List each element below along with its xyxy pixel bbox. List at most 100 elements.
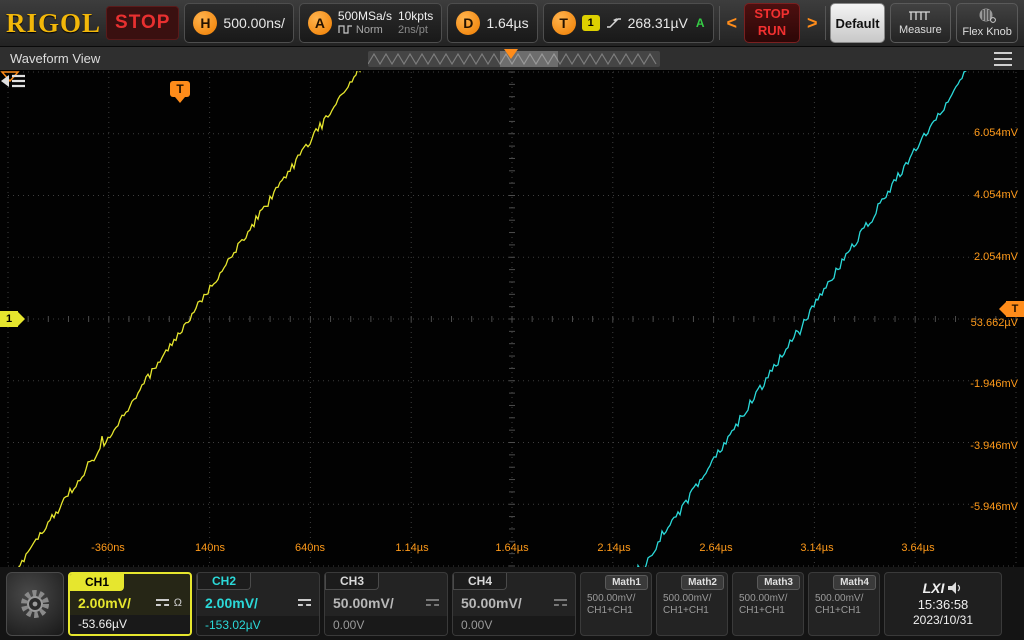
scale-label: -1.946mV xyxy=(970,378,1018,392)
math4-tab[interactable]: Math4 xyxy=(833,575,876,590)
default-button[interactable]: Default xyxy=(830,3,884,43)
trigger-level-value: 268.31µV xyxy=(628,15,688,31)
rising-edge-icon xyxy=(606,16,622,30)
memory-depth: 10kpts xyxy=(398,10,433,24)
gear-icon xyxy=(18,587,52,621)
math3-tab[interactable]: Math3 xyxy=(757,575,800,590)
time-label: 3.14µs xyxy=(777,542,857,554)
hamburger-menu-icon[interactable] xyxy=(994,52,1012,66)
delay-value: 1.64µs xyxy=(486,15,528,31)
ch2-scale: 2.00mV/ xyxy=(205,595,258,611)
ch3-offset: 0.00V xyxy=(325,616,447,635)
prev-page-button[interactable]: < xyxy=(725,14,740,32)
flex-knob-button[interactable]: Flex Knob xyxy=(956,3,1018,43)
math4-expression: CH1+CH1 xyxy=(809,604,879,617)
h-badge-icon: H xyxy=(193,11,217,35)
lxi-label: LXI xyxy=(923,580,945,596)
trigger-time-flag[interactable]: T xyxy=(170,81,190,97)
acquisition-button[interactable]: A 500MSa/s Norm 10kpts 2ns/pt xyxy=(299,3,442,43)
dc-coupling-icon xyxy=(554,599,567,606)
trigger-position-marker-icon[interactable] xyxy=(504,49,518,59)
ch1-offset: -53.66µV xyxy=(70,615,190,634)
waveform-view-bar: Waveform View xyxy=(0,47,1024,71)
ch4-offset: 0.00V xyxy=(453,616,575,635)
ch1-tab[interactable]: CH1 xyxy=(70,574,124,591)
square-wave-icon xyxy=(338,25,353,34)
timebase-value: 500.00ns/ xyxy=(223,15,285,31)
view-title: Waveform View xyxy=(10,51,100,66)
math4-scale: 500.00mV/ xyxy=(809,591,879,604)
measure-comb-icon xyxy=(908,11,932,21)
channel-status-bar: CH1 2.00mV/ Ω -53.66µV CH2 2.00mV/ -153.… xyxy=(0,567,1024,640)
math2-panel[interactable]: Math2 500.00mV/ CH1+CH1 xyxy=(656,572,728,636)
ch1-panel[interactable]: CH1 2.00mV/ Ω -53.66µV xyxy=(68,572,192,636)
math3-expression: CH1+CH1 xyxy=(733,604,803,617)
header-divider xyxy=(719,6,720,40)
math2-scale: 500.00mV/ xyxy=(657,591,727,604)
delay-button[interactable]: D 1.64µs xyxy=(447,3,537,43)
time-label: 1.14µs xyxy=(372,542,452,554)
scale-label: -5.946mV xyxy=(970,501,1018,515)
waveform-plot xyxy=(0,71,1024,567)
scale-label: 53.662µV xyxy=(971,317,1018,331)
scale-label: 2.054mV xyxy=(974,251,1018,265)
d-badge-icon: D xyxy=(456,11,480,35)
t-badge-icon: T xyxy=(552,11,576,35)
dc-coupling-icon xyxy=(298,599,311,606)
time-label: 140ns xyxy=(170,542,250,554)
clock: 15:36:58 xyxy=(918,597,969,612)
top-status-bar: RIGOL STOP H 500.00ns/ A 500MSa/s Norm 1… xyxy=(0,0,1024,47)
impedance-label: Ω xyxy=(174,597,182,609)
ch4-panel[interactable]: CH4 50.00mV/ 0.00V xyxy=(452,572,576,636)
collapse-menu-icon[interactable] xyxy=(0,71,28,91)
math1-panel[interactable]: Math1 500.00mV/ CH1+CH1 xyxy=(580,572,652,636)
ch1-offset-marker[interactable]: 1 xyxy=(0,311,18,327)
measure-button[interactable]: Measure xyxy=(890,3,952,43)
a-badge-icon: A xyxy=(308,11,332,35)
system-status-panel[interactable]: LXI 15:36:58 2023/10/31 xyxy=(884,572,1002,636)
trigger-level-marker[interactable]: T xyxy=(1006,301,1024,317)
time-label: 1.64µs xyxy=(472,542,552,554)
time-label: 640ns xyxy=(270,542,350,554)
stop-run-button[interactable]: STOP RUN xyxy=(744,3,800,43)
run-state-indicator: STOP xyxy=(106,6,179,40)
settings-knob-button[interactable] xyxy=(6,572,64,636)
math3-scale: 500.00mV/ xyxy=(733,591,803,604)
math1-scale: 500.00mV/ xyxy=(581,591,651,604)
ch1-scale: 2.00mV/ xyxy=(78,595,131,611)
scale-label: -3.946mV xyxy=(970,440,1018,454)
header-divider xyxy=(825,6,826,40)
horizontal-timebase-button[interactable]: H 500.00ns/ xyxy=(184,3,294,43)
sample-resolution: 2ns/pt xyxy=(398,24,433,37)
trigger-button[interactable]: T 1 268.31µV A xyxy=(543,3,714,43)
flex-knob-icon xyxy=(978,8,996,23)
trigger-status: A xyxy=(696,16,705,30)
scale-label: 4.054mV xyxy=(974,189,1018,203)
sample-rate: 500MSa/s xyxy=(338,10,392,24)
time-label: 3.64µs xyxy=(878,542,958,554)
ch3-tab[interactable]: CH3 xyxy=(325,573,379,590)
trigger-source-badge: 1 xyxy=(582,15,600,31)
dc-coupling-icon xyxy=(426,599,439,606)
time-label: 2.14µs xyxy=(574,542,654,554)
acquire-mode: Norm xyxy=(356,24,383,37)
ch2-panel[interactable]: CH2 2.00mV/ -153.02µV xyxy=(196,572,320,636)
ch4-scale: 50.00mV/ xyxy=(461,595,522,611)
ch2-offset: -153.02µV xyxy=(197,616,319,635)
waveform-display[interactable]: T 1 T 6.054mV 4.054mV 2.054mV 53.662µV -… xyxy=(0,71,1024,567)
math2-tab[interactable]: Math2 xyxy=(681,575,724,590)
ch3-scale: 50.00mV/ xyxy=(333,595,394,611)
speaker-icon xyxy=(948,582,963,594)
waveform-overview-strip[interactable] xyxy=(368,51,660,67)
time-label: 2.64µs xyxy=(676,542,756,554)
date: 2023/10/31 xyxy=(913,613,973,627)
ch2-tab[interactable]: CH2 xyxy=(197,573,251,590)
math1-tab[interactable]: Math1 xyxy=(605,575,648,590)
ch4-tab[interactable]: CH4 xyxy=(453,573,507,590)
math1-expression: CH1+CH1 xyxy=(581,604,651,617)
next-page-button[interactable]: > xyxy=(805,14,820,32)
math3-panel[interactable]: Math3 500.00mV/ CH1+CH1 xyxy=(732,572,804,636)
math4-panel[interactable]: Math4 500.00mV/ CH1+CH1 xyxy=(808,572,880,636)
time-label: -360ns xyxy=(68,542,148,554)
ch3-panel[interactable]: CH3 50.00mV/ 0.00V xyxy=(324,572,448,636)
